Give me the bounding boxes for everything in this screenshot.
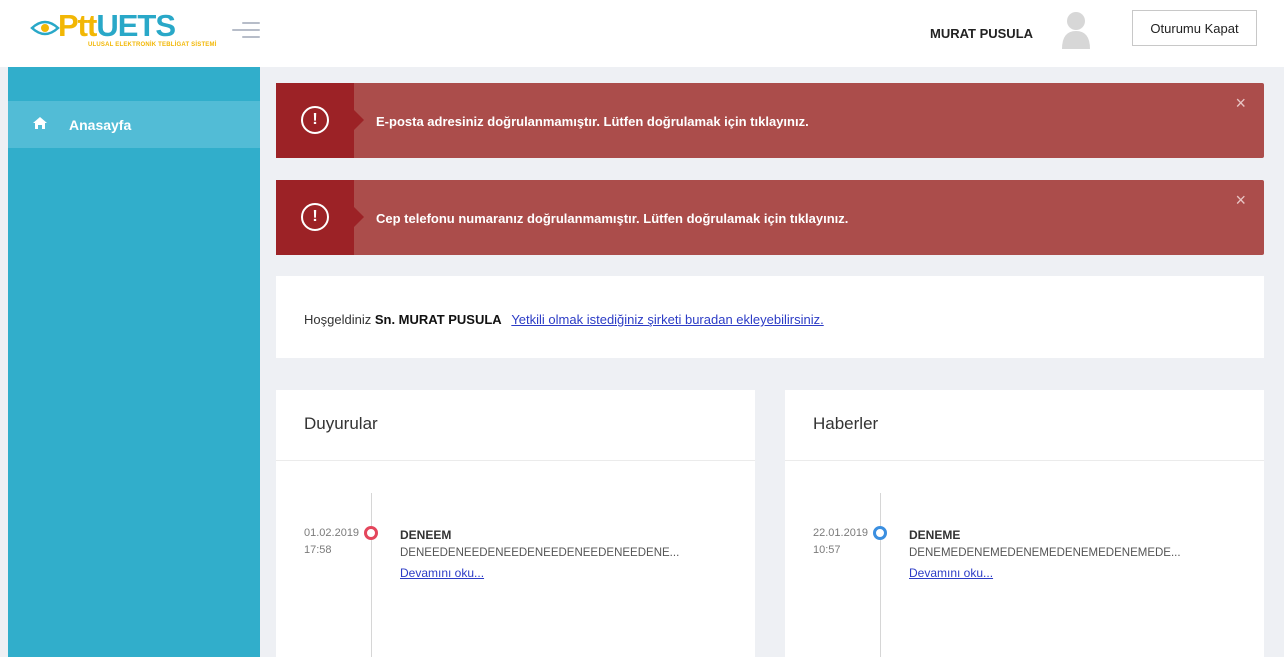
sidebar-item-label: Anasayfa (69, 117, 132, 133)
user-name: MURAT PUSULA (930, 26, 1034, 41)
divider (276, 460, 755, 461)
timeline-date: 22.01.2019 10:57 (813, 527, 869, 556)
timeline-date: 01.02.2019 17:58 (304, 527, 360, 556)
phone-verification-alert[interactable]: ! Cep telefonu numaranız doğrulanmamıştı… (276, 180, 1264, 255)
close-icon[interactable]: × (1235, 93, 1246, 114)
sidebar-item-anasayfa[interactable]: Anasayfa (8, 101, 260, 148)
alert-message[interactable]: Cep telefonu numaranız doğrulanmamıştır.… (376, 211, 848, 226)
card-title: Haberler (813, 414, 879, 433)
timeline-dot-icon (873, 526, 887, 540)
alert-icon-box: ! (276, 180, 364, 255)
timeline-line (880, 493, 881, 657)
menu-toggle-icon[interactable] (232, 22, 260, 44)
user-avatar-icon (1062, 12, 1090, 49)
top-header: PttUETS ULUSAL ELEKTRONİK TEBLİGAT SİSTE… (0, 0, 1284, 67)
timeline-item-body: DENEMEDENEMEDENEMEDENEMEDENEMEDE... (909, 547, 1181, 559)
timeline-item-title: DENEME (909, 528, 961, 542)
home-icon (33, 117, 47, 129)
welcome-greeting: Hoşgeldiniz (304, 312, 372, 327)
timeline-line (371, 493, 372, 657)
close-icon[interactable]: × (1235, 190, 1246, 211)
card-title: Duyurular (304, 414, 378, 433)
welcome-user-name: Sn. MURAT PUSULA (374, 312, 502, 327)
warning-icon: ! (301, 203, 329, 231)
read-more-link[interactable]: Devamını oku... (400, 566, 484, 580)
news-card: Haberler 22.01.2019 10:57 DENEME DENEMED… (785, 390, 1264, 657)
alert-message[interactable]: E-posta adresiniz doğrulanmamıştır. Lütf… (376, 114, 809, 129)
warning-icon: ! (301, 106, 329, 134)
logo-text: PttUETS (58, 8, 176, 43)
timeline-item-title: DENEEM (400, 528, 452, 542)
ptt-uets-logo[interactable]: PttUETS ULUSAL ELEKTRONİK TEBLİGAT SİSTE… (30, 8, 217, 58)
logo-subtitle: ULUSAL ELEKTRONİK TEBLİGAT SİSTEMİ (88, 42, 217, 48)
read-more-link[interactable]: Devamını oku... (909, 566, 993, 580)
eye-logo-icon (30, 20, 60, 36)
announcements-card: Duyurular 01.02.2019 17:58 DENEEM DENEED… (276, 390, 755, 657)
email-verification-alert[interactable]: ! E-posta adresiniz doğrulanmamıştır. Lü… (276, 83, 1264, 158)
timeline-dot-icon (364, 526, 378, 540)
alert-icon-box: ! (276, 83, 364, 158)
add-company-link[interactable]: Yetkili olmak istediğiniz şirketi burada… (511, 312, 823, 327)
welcome-row: Hoşgeldiniz Sn. MURAT PUSULA Yetkili olm… (304, 312, 824, 327)
logout-button[interactable]: Oturumu Kapat (1132, 10, 1257, 46)
sidebar: Anasayfa (8, 67, 260, 657)
welcome-panel: Hoşgeldiniz Sn. MURAT PUSULA Yetkili olm… (276, 276, 1264, 358)
timeline-item-body: DENEEDENEEDENEEDENEEDENEEDENEEDENE... (400, 547, 680, 559)
divider (785, 460, 1264, 461)
